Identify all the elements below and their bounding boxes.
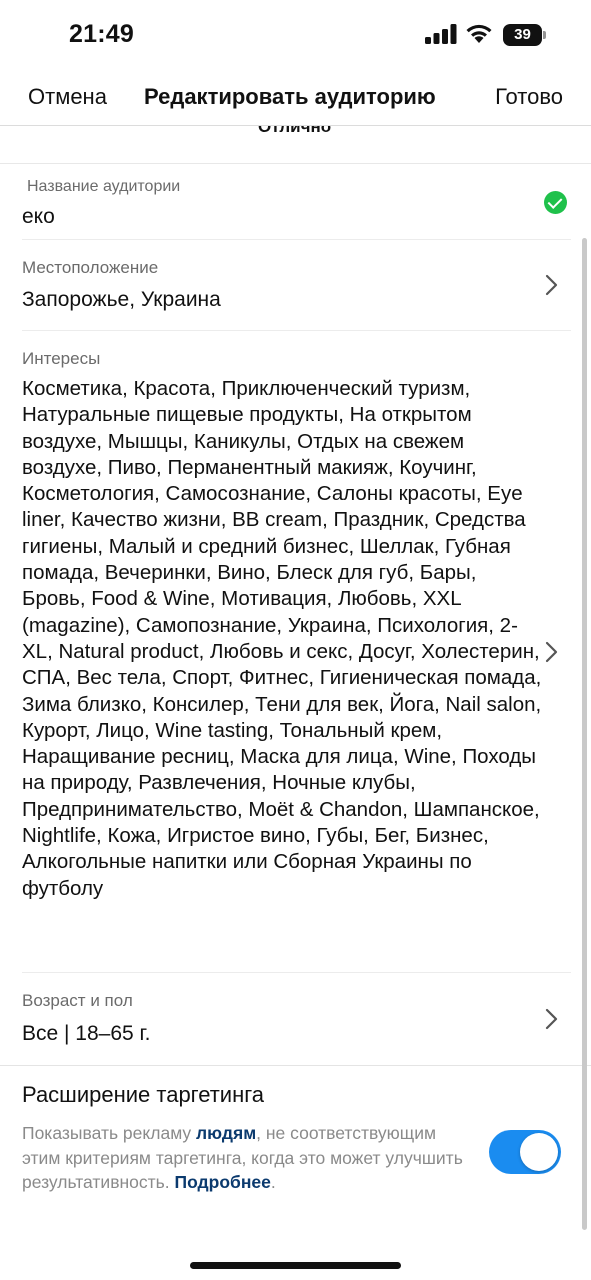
page-title: Редактировать аудиторию bbox=[144, 84, 436, 109]
location-label: Местоположение bbox=[22, 258, 159, 277]
cellular-signal-icon bbox=[425, 24, 457, 44]
audience-name-field[interactable]: Название аудитории еко bbox=[0, 164, 591, 240]
desc-period: . bbox=[270, 1172, 276, 1192]
cutoff-label: Отлично bbox=[258, 126, 332, 136]
done-button[interactable]: Готово bbox=[495, 84, 563, 110]
scrollbar[interactable] bbox=[582, 238, 587, 1230]
targeting-expansion-toggle[interactable] bbox=[489, 1130, 561, 1174]
battery-icon: 39 bbox=[503, 24, 547, 46]
home-indicator[interactable] bbox=[190, 1262, 401, 1269]
desc-text-1: Показывать рекламу bbox=[22, 1123, 197, 1143]
scrolled-content-edge: Отлично bbox=[0, 126, 591, 164]
status-bar: 21:49 39 bbox=[0, 0, 591, 66]
targeting-expansion-description: Показывать рекламу людям, не соответству… bbox=[22, 1121, 472, 1195]
location-value: Запорожье, Украина bbox=[22, 288, 221, 311]
interests-label: Интересы bbox=[22, 349, 101, 368]
age-gender-label: Возраст и пол bbox=[22, 991, 133, 1010]
people-link[interactable]: людям bbox=[196, 1123, 256, 1143]
wifi-icon bbox=[466, 24, 492, 43]
battery-level: 39 bbox=[503, 24, 542, 46]
toggle-knob bbox=[520, 1133, 558, 1171]
interests-value: Косметика, Красота, Приключенческий тури… bbox=[22, 377, 542, 900]
check-circle-icon bbox=[544, 191, 567, 214]
age-gender-value: Все | 18–65 г. bbox=[22, 1022, 151, 1045]
navigation-header: Отмена Редактировать аудиторию Готово bbox=[0, 66, 591, 126]
cancel-button[interactable]: Отмена bbox=[28, 84, 107, 110]
edit-audience-screen: 21:49 39 Отмена Редактировать аудиторию … bbox=[0, 0, 591, 1280]
learn-more-link[interactable]: Подробнее bbox=[175, 1172, 271, 1192]
section-divider bbox=[0, 1065, 591, 1066]
audience-name-value: еко bbox=[22, 205, 55, 228]
targeting-expansion-title: Расширение таргетинга bbox=[22, 1082, 265, 1107]
chevron-right-icon bbox=[545, 641, 558, 663]
audience-name-label: Название аудитории bbox=[27, 178, 181, 195]
status-time: 21:49 bbox=[69, 20, 134, 48]
chevron-right-icon bbox=[545, 1008, 558, 1030]
chevron-right-icon bbox=[545, 274, 558, 296]
location-row[interactable]: Местоположение Запорожье, Украина bbox=[0, 240, 591, 331]
battery-tip bbox=[543, 31, 546, 39]
age-gender-row[interactable]: Возраст и пол Все | 18–65 г. bbox=[0, 973, 591, 1065]
